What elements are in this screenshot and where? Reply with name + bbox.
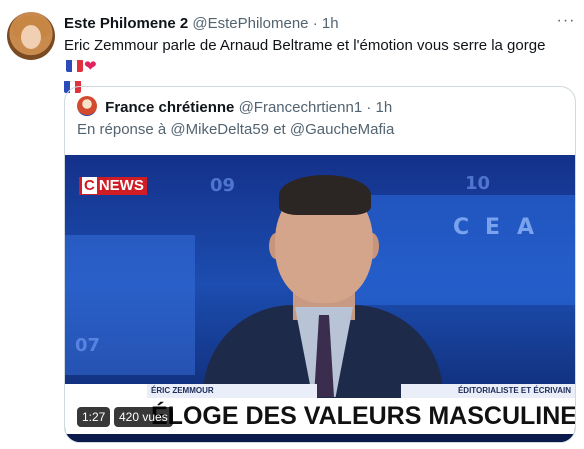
lower-third-speaker-name: ÉRIC ZEMMOUR xyxy=(147,384,317,398)
avatar-face xyxy=(21,25,41,49)
studio-letter: A xyxy=(517,215,535,240)
tweet[interactable]: Este Philomene 2 @EstePhilomene · 1h ···… xyxy=(0,0,584,449)
separator-dot: · xyxy=(312,15,318,32)
reply-join: et xyxy=(273,121,286,138)
quoted-author-handle: @Francechrtienn1 xyxy=(238,99,363,116)
reply-context: En réponse à @MikeDelta59 et @GaucheMafi… xyxy=(77,120,394,140)
video-player[interactable]: 09 10 07 C E A C NEWS ÉRIC ZEMMOUR ÉDITOR… xyxy=(65,155,575,442)
quoted-tweet-card[interactable]: France chrétienne @Francechrtienn1 · 1h … xyxy=(64,86,576,443)
tweet-timestamp[interactable]: 1h xyxy=(322,15,339,32)
lower-third-bottom-bar xyxy=(65,434,575,442)
red-heart-icon: ❤ xyxy=(84,58,97,75)
video-duration-badge: 1:27 xyxy=(77,407,111,427)
mention-link[interactable]: @MikeDelta59 xyxy=(170,121,269,138)
tweet-text-body: Eric Zemmour parle de Arnaud Beltrame et… xyxy=(64,37,546,54)
studio-number: 07 xyxy=(75,335,101,356)
lower-third-banner: ÉLOGE DES VALEURS MASCULINES xyxy=(147,398,575,434)
quoted-separator-dot: · xyxy=(366,99,372,116)
mention-link[interactable]: @GaucheMafia xyxy=(290,121,394,138)
video-view-count-badge: 420 vues xyxy=(114,407,173,427)
author-avatar[interactable] xyxy=(7,12,55,60)
speaker-hair xyxy=(279,175,371,215)
lower-third-speaker-role: ÉDITORIALISTE ET ÉCRIVAIN xyxy=(401,384,575,398)
quoted-author-display-name: France chrétienne xyxy=(105,99,235,116)
studio-letter: C xyxy=(453,215,470,240)
author-display-name[interactable]: Este Philomene 2 xyxy=(64,15,188,32)
channel-logo: C NEWS xyxy=(79,177,147,195)
quoted-author-avatar xyxy=(77,96,97,116)
quoted-timestamp: 1h xyxy=(375,99,393,116)
tweet-header: Este Philomene 2 @EstePhilomene · 1h xyxy=(64,14,339,34)
studio-number: 10 xyxy=(465,173,491,194)
author-handle[interactable]: @EstePhilomene xyxy=(192,15,308,32)
video-frame-speaker xyxy=(203,175,443,415)
studio-letter: E xyxy=(485,215,501,240)
reply-prefix: En réponse à xyxy=(77,121,167,138)
more-options-icon[interactable]: ··· xyxy=(556,12,576,32)
france-flag-icon xyxy=(66,59,83,72)
quoted-tweet-header: France chrétienne @Francechrtienn1 · 1h xyxy=(77,96,392,116)
